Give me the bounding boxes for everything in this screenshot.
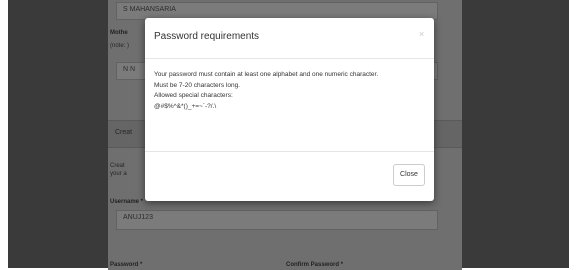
- requirement-line-1: Your password must contain at least one …: [154, 71, 379, 78]
- section-text-line2: your a: [110, 171, 127, 177]
- requirement-line-4: @#$%^&*()_+=~`-?/.\: [154, 102, 217, 110]
- mother-name-value: N N: [123, 66, 136, 73]
- modal-title: Password requirements: [154, 31, 260, 42]
- username-value: ANUJ123: [123, 214, 153, 221]
- section-header-title: Creat: [115, 129, 133, 136]
- section-text-line1: Creat: [110, 163, 125, 169]
- username-field[interactable]: ANUJ123: [116, 210, 438, 230]
- modal-footer: Close: [145, 151, 434, 202]
- screen: S MAHANSARIA Mothe (note: ) N N Creat Cr…: [0, 0, 577, 270]
- mother-name-label: Mothe: [110, 30, 128, 36]
- name-field-value: S MAHANSARIA: [123, 6, 176, 13]
- requirement-line-2: Must be 7-20 characters long.: [154, 81, 240, 89]
- modal-header: Password requirements ×: [145, 18, 434, 59]
- password-label: Password *: [110, 262, 143, 268]
- requirement-line-3: Allowed special characters:: [154, 92, 233, 99]
- close-icon[interactable]: ×: [419, 29, 424, 39]
- note-label: (note: ): [110, 43, 130, 49]
- username-label: Username *: [110, 199, 144, 205]
- confirm-password-label: Confirm Password *: [286, 262, 344, 268]
- close-button[interactable]: Close: [393, 164, 425, 186]
- modal-body: Your password must contain at least one …: [154, 70, 424, 112]
- password-requirements-modal: Password requirements × Your password mu…: [145, 18, 434, 201]
